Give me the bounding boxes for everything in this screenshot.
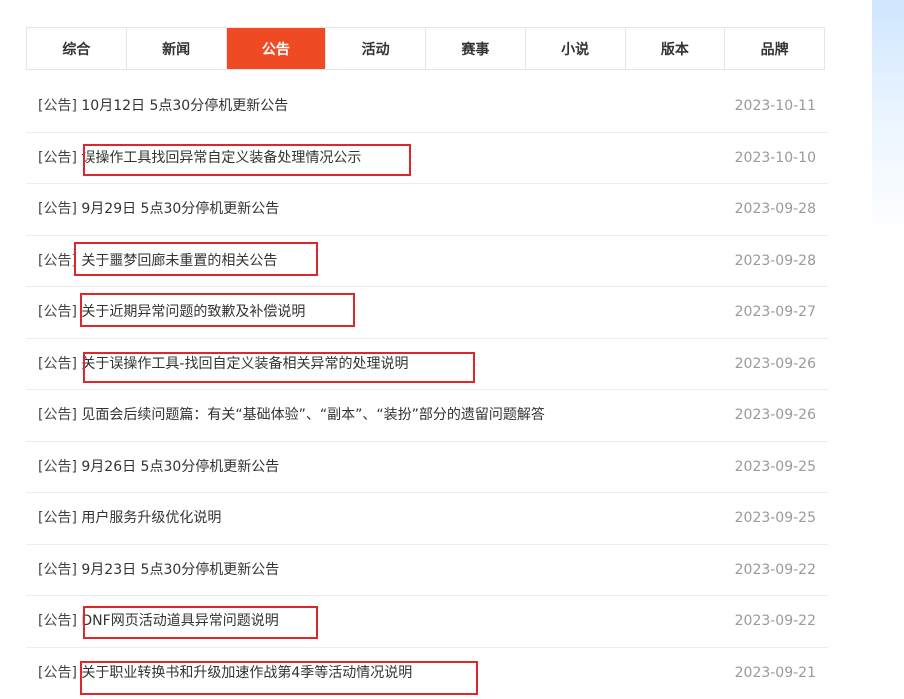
item-date: 2023-09-22: [735, 596, 816, 647]
item-title[interactable]: 9月29日 5点30分停机更新公告: [81, 201, 279, 217]
list-item[interactable]: [公告] 9月29日 5点30分停机更新公告 2023-09-28: [26, 184, 828, 236]
item-title[interactable]: 误操作工具找回异常自定义装备处理情况公示: [81, 150, 361, 166]
item-link[interactable]: [公告] 10月12日 5点30分停机更新公告: [38, 81, 288, 132]
item-category: [公告]: [38, 459, 77, 475]
list-item[interactable]: [公告] 关于职业转换书和升级加速作战第4季等活动情况说明 2023-09-21: [26, 648, 828, 699]
item-link[interactable]: [公告] 关于职业转换书和升级加速作战第4季等活动情况说明: [38, 648, 412, 699]
item-date: 2023-09-28: [735, 184, 816, 235]
item-category: [公告]: [38, 150, 77, 166]
list-item[interactable]: [公告] 关于近期异常问题的致歉及补偿说明 2023-09-27: [26, 287, 828, 339]
item-date: 2023-09-25: [735, 442, 816, 493]
list-item[interactable]: [公告] 关于误操作工具-找回自定义装备相关异常的处理说明 2023-09-26: [26, 339, 828, 391]
item-title[interactable]: 关于近期异常问题的致歉及补偿说明: [81, 304, 305, 320]
item-title[interactable]: DNF网页活动道具异常问题说明: [81, 613, 278, 629]
item-link[interactable]: [公告] DNF网页活动道具异常问题说明: [38, 596, 279, 647]
item-date: 2023-09-26: [735, 339, 816, 390]
item-link[interactable]: [公告] 关于误操作工具-找回自定义装备相关异常的处理说明: [38, 339, 408, 390]
tab-pinpai[interactable]: 品牌: [725, 28, 824, 69]
item-date: 2023-10-11: [735, 81, 816, 132]
category-tabs: 综合 新闻 公告 活动 赛事 小说 版本 品牌: [26, 27, 825, 70]
item-date: 2023-09-26: [735, 390, 816, 441]
list-item[interactable]: [公告] 9月23日 5点30分停机更新公告 2023-09-22: [26, 545, 828, 597]
item-title[interactable]: 关于误操作工具-找回自定义装备相关异常的处理说明: [81, 356, 408, 372]
item-category: [公告]: [38, 201, 77, 217]
background-glow: [872, 0, 904, 240]
tab-xinwen[interactable]: 新闻: [127, 28, 227, 69]
item-date: 2023-09-21: [735, 648, 816, 699]
list-item[interactable]: [公告] 误操作工具找回异常自定义装备处理情况公示 2023-10-10: [26, 133, 828, 185]
item-link[interactable]: [公告] 9月23日 5点30分停机更新公告: [38, 545, 279, 596]
item-category: [公告]: [38, 253, 77, 269]
item-category: [公告]: [38, 562, 77, 578]
item-date: 2023-10-10: [735, 133, 816, 184]
item-link[interactable]: [公告] 9月29日 5点30分停机更新公告: [38, 184, 279, 235]
tab-xiaoshuo[interactable]: 小说: [526, 28, 626, 69]
item-link[interactable]: [公告] 误操作工具找回异常自定义装备处理情况公示: [38, 133, 361, 184]
announcement-list: [公告] 10月12日 5点30分停机更新公告 2023-10-11 [公告] …: [26, 81, 828, 699]
list-item[interactable]: [公告] DNF网页活动道具异常问题说明 2023-09-22: [26, 596, 828, 648]
item-date: 2023-09-27: [735, 287, 816, 338]
item-category: [公告]: [38, 356, 77, 372]
item-title[interactable]: 关于噩梦回廊未重置的相关公告: [81, 253, 277, 269]
item-category: [公告]: [38, 407, 77, 423]
item-title[interactable]: 关于职业转换书和升级加速作战第4季等活动情况说明: [81, 665, 412, 681]
tab-gonggao[interactable]: 公告: [227, 28, 327, 69]
item-category: [公告]: [38, 304, 77, 320]
list-item[interactable]: [公告] 10月12日 5点30分停机更新公告 2023-10-11: [26, 81, 828, 133]
item-category: [公告]: [38, 510, 77, 526]
list-item[interactable]: [公告] 见面会后续问题篇：有关“基础体验”、“副本”、“装扮”部分的遗留问题解…: [26, 390, 828, 442]
tab-banben[interactable]: 版本: [626, 28, 726, 69]
tab-zonghe[interactable]: 综合: [27, 28, 127, 69]
item-title[interactable]: 见面会后续问题篇：有关“基础体验”、“副本”、“装扮”部分的遗留问题解答: [81, 407, 545, 423]
list-item[interactable]: [公告] 关于噩梦回廊未重置的相关公告 2023-09-28: [26, 236, 828, 288]
item-link[interactable]: [公告] 见面会后续问题篇：有关“基础体验”、“副本”、“装扮”部分的遗留问题解…: [38, 390, 545, 441]
item-date: 2023-09-28: [735, 236, 816, 287]
list-item[interactable]: [公告] 用户服务升级优化说明 2023-09-25: [26, 493, 828, 545]
item-title[interactable]: 9月23日 5点30分停机更新公告: [81, 562, 279, 578]
item-category: [公告]: [38, 665, 77, 681]
item-date: 2023-09-25: [735, 493, 816, 544]
item-category: [公告]: [38, 98, 77, 114]
list-item[interactable]: [公告] 9月26日 5点30分停机更新公告 2023-09-25: [26, 442, 828, 494]
item-link[interactable]: [公告] 9月26日 5点30分停机更新公告: [38, 442, 279, 493]
item-title[interactable]: 10月12日 5点30分停机更新公告: [81, 98, 288, 114]
item-title[interactable]: 用户服务升级优化说明: [81, 510, 221, 526]
item-date: 2023-09-22: [735, 545, 816, 596]
tab-huodong[interactable]: 活动: [326, 28, 426, 69]
item-link[interactable]: [公告] 关于噩梦回廊未重置的相关公告: [38, 236, 277, 287]
item-link[interactable]: [公告] 用户服务升级优化说明: [38, 493, 221, 544]
item-title[interactable]: 9月26日 5点30分停机更新公告: [81, 459, 279, 475]
item-link[interactable]: [公告] 关于近期异常问题的致歉及补偿说明: [38, 287, 305, 338]
item-category: [公告]: [38, 613, 77, 629]
tab-saishi[interactable]: 赛事: [426, 28, 526, 69]
